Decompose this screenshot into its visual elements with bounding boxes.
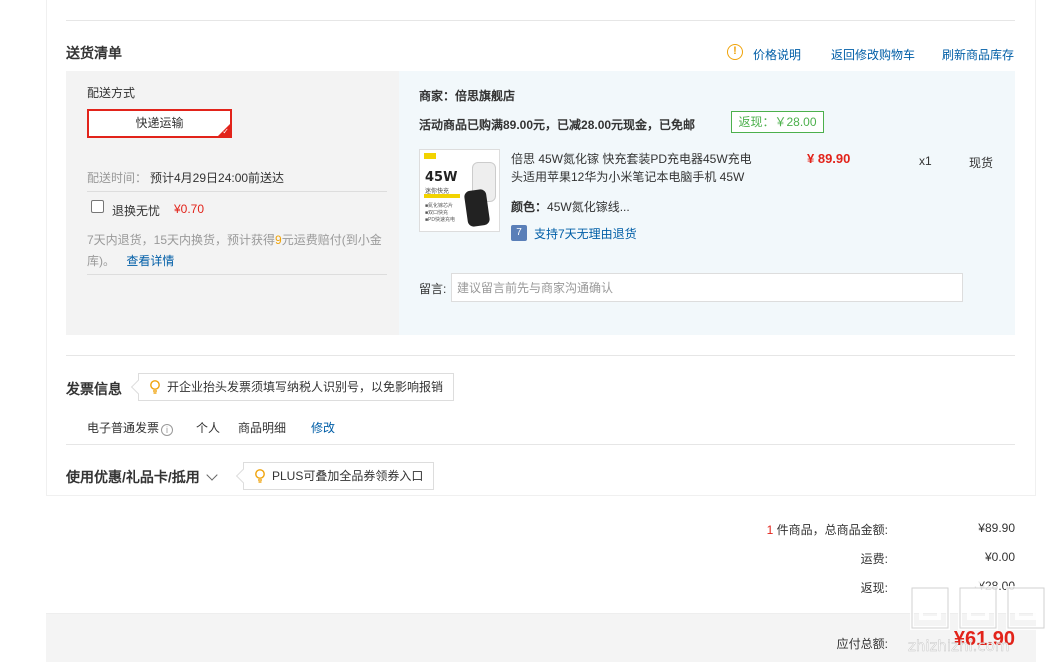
invoice-type-text: 电子普通发票: [87, 421, 160, 435]
invoice-detail: 商品明细: [238, 421, 287, 435]
help-icon[interactable]: i: [161, 424, 174, 436]
thumb-bullet: ■双口快充: [425, 210, 449, 216]
coupon-title: 使用优惠/礼品卡/抵用: [66, 469, 200, 485]
watermark-text: zhizhizhi.com: [908, 637, 1009, 655]
lightbulb-icon: [255, 469, 265, 483]
product-name-link[interactable]: 倍思 45W氮化镓 快充套装PD充电器45W充电头适用苹果12华为小米笔记本电脑…: [511, 150, 756, 186]
payable-label: 应付总额:: [836, 637, 888, 651]
delivery-time-value: 预计4月29日24:00前送达: [150, 171, 285, 185]
product-stock: 现货: [969, 156, 994, 170]
thumb-bar: [424, 194, 460, 198]
rebate-label: 返现:: [860, 581, 888, 595]
promo-text: 活动商品已购满89.00元，已减28.00元现金，已免邮: [419, 118, 696, 132]
product-color: 颜色：45W氮化镓线...: [511, 198, 630, 215]
goods-count: 1: [766, 523, 774, 537]
invoice-tip-text: 开企业抬头发票须填写纳税人识别号，以免影响报销: [167, 380, 444, 394]
color-label: 颜色：: [511, 200, 548, 214]
check-icon: ✓: [222, 127, 229, 136]
site-watermark-logo: zhizhizhi.com: [908, 580, 1046, 655]
invoice-person: 个人: [196, 421, 221, 435]
price-info-link[interactable]: 价格说明: [753, 46, 801, 63]
back-to-cart-link[interactable]: 返回修改购物车: [831, 46, 915, 63]
lightbulb-icon: [150, 380, 160, 394]
top-divider: [66, 20, 1015, 21]
support-text: 支持7天无理由退货: [534, 227, 637, 241]
thumb-text: 45W: [425, 170, 458, 185]
invoice-modify-link[interactable]: 修改: [311, 419, 335, 436]
worry-free-label: 退换无忧: [112, 204, 161, 218]
shipping-fee: ¥0.00: [984, 550, 1015, 564]
message-label: 留言:: [419, 282, 447, 296]
see-detail-link[interactable]: 查看详情: [126, 254, 174, 268]
delivery-title: 送货清单: [66, 45, 122, 61]
delivery-time-label: 配送时间：: [87, 171, 148, 185]
invoice-type: 电子普通发票 i: [87, 419, 174, 436]
coupon-tip[interactable]: PLUS可叠加全品券领券入口: [235, 462, 435, 490]
merchant-label: 商家：: [419, 89, 456, 103]
product-thumbnail[interactable]: 45W 迷你快充 ■氮化镓芯片 ■双口快充 ■PD快速充电: [419, 149, 500, 232]
method-express-button[interactable]: 快递运输 ✓: [87, 109, 232, 138]
worry-free-checkbox[interactable]: [91, 200, 104, 213]
color-value: 45W氮化镓线...: [547, 200, 630, 214]
goods-count-text: 件商品，总商品金额:: [776, 523, 888, 537]
goods-count-label: 1 件商品，总商品金额:: [767, 521, 888, 538]
message-input[interactable]: [451, 273, 963, 302]
rebate-badge: 返现：￥28.00: [731, 111, 824, 133]
divider: [87, 274, 387, 275]
refresh-stock-link[interactable]: 刷新商品库存: [942, 46, 1014, 63]
coupon-tip-text: PLUS可叠加全品券领券入口: [272, 469, 424, 483]
worry-free-price: ¥0.70: [174, 202, 205, 216]
divider: [66, 355, 1015, 356]
goods-total: ¥89.90: [978, 521, 1015, 535]
thumb-bullet: ■氮化镓芯片: [425, 203, 454, 209]
worry-free-desc: 7天内退货，15天内换货，预计获得9元运费赔付(到小金库)。 查看详情: [87, 230, 392, 272]
coupon-toggle[interactable]: 使用优惠/礼品卡/抵用: [66, 467, 218, 487]
chevron-down-icon: [206, 469, 218, 481]
invoice-tip: 开企业抬头发票须填写纳税人识别号，以免影响报销: [130, 373, 455, 401]
brand-tag: [424, 153, 436, 159]
seven-day-return-icon: 7: [511, 225, 527, 241]
merchant: 商家：倍思旗舰店: [419, 87, 515, 104]
divider: [87, 191, 387, 192]
worry-free-desc-a: 7天内退货，15天内换货，预计获得: [87, 233, 276, 247]
invoice-title: 发票信息: [66, 381, 122, 397]
product-quantity: x1: [919, 154, 932, 168]
info-icon: !: [727, 44, 743, 60]
method-label: 配送方式: [87, 86, 136, 100]
worry-free-desc-num: 9: [275, 233, 282, 247]
divider: [66, 444, 1015, 445]
shipping-fee-label: 运费:: [860, 552, 888, 566]
merchant-name: 倍思旗舰店: [455, 89, 516, 103]
product-price: ¥ 89.90: [807, 151, 851, 166]
method-express-label: 快递运输: [135, 116, 184, 130]
thumb-bullet: ■PD快速充电: [425, 217, 455, 223]
